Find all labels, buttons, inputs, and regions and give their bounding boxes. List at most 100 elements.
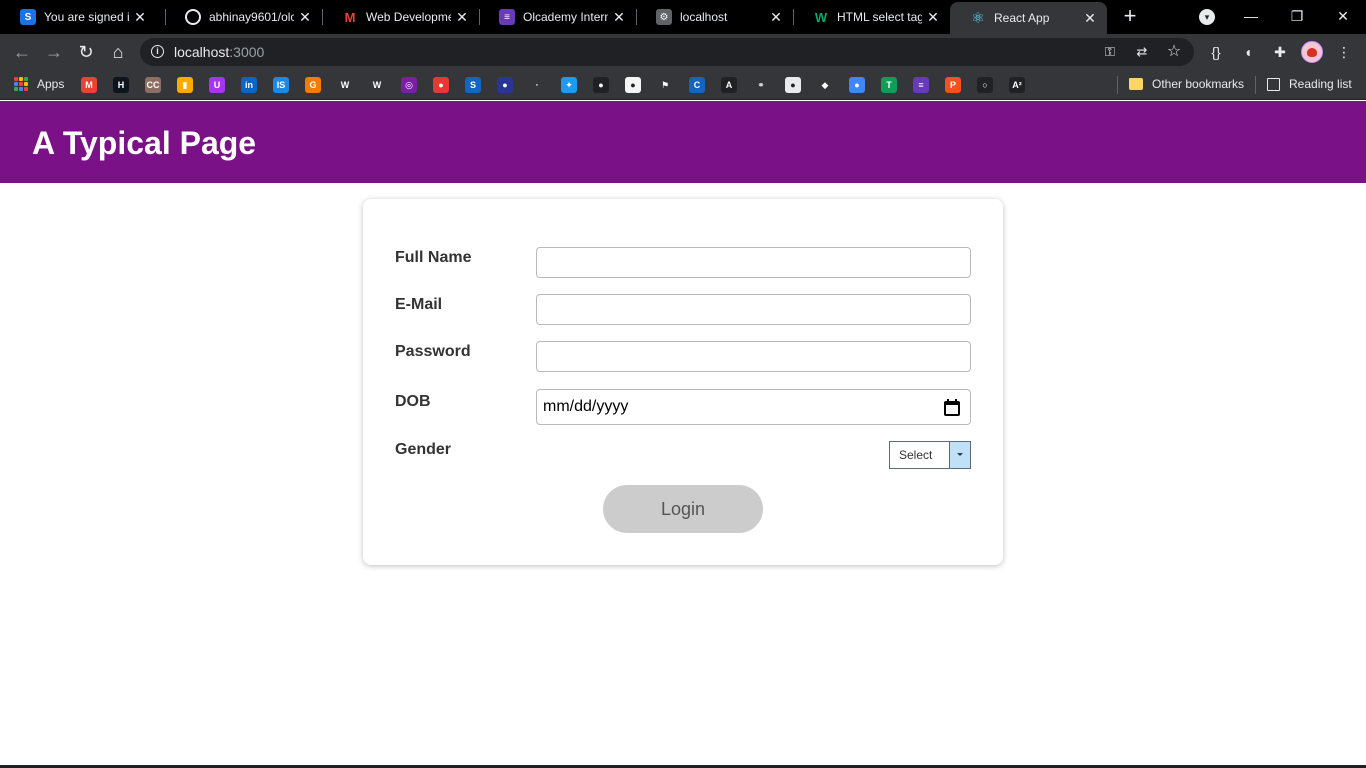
dropdown-arrow-icon[interactable] bbox=[949, 442, 970, 468]
flag-bookmark-icon[interactable]: ⚑ bbox=[657, 77, 673, 93]
browser-tab[interactable]: M Web Developmen ✕ bbox=[322, 0, 479, 34]
dob-date-input[interactable]: mm/dd/yyyy bbox=[536, 389, 971, 425]
folder-icon bbox=[1129, 78, 1143, 90]
close-window-button[interactable]: ✕ bbox=[1320, 4, 1366, 28]
browser-tab[interactable]: abhinay9601/olca ✕ bbox=[165, 0, 322, 34]
menu-kebab-icon[interactable]: ⋮ bbox=[1334, 43, 1354, 61]
bookmark-divider bbox=[1255, 76, 1256, 94]
apps-label: Apps bbox=[37, 77, 65, 91]
login-form-card: Full Name E-Mail Password DOB mm/dd/yyyy… bbox=[363, 199, 1003, 565]
dots-bookmark-icon[interactable]: ∙ bbox=[529, 77, 545, 93]
globe-bookmark-icon[interactable]: ● bbox=[785, 77, 801, 93]
calendar-icon[interactable] bbox=[944, 398, 960, 416]
analytics-bookmark-icon[interactable]: ▮ bbox=[177, 77, 193, 93]
gmail-icon: M bbox=[344, 9, 356, 25]
url-port: :3000 bbox=[229, 44, 265, 60]
email-input[interactable] bbox=[536, 294, 971, 325]
is-bookmark-icon[interactable]: IS bbox=[273, 77, 289, 93]
cc-bookmark-icon[interactable]: CC bbox=[145, 77, 161, 93]
c-bookmark-icon[interactable]: C bbox=[689, 77, 705, 93]
site-info-icon[interactable]: i bbox=[151, 45, 164, 58]
p-bookmark-icon[interactable]: P bbox=[945, 77, 961, 93]
twitter-bookmark-icon[interactable]: ✦ bbox=[561, 77, 577, 93]
gmail-bookmark-icon[interactable]: M bbox=[81, 77, 97, 93]
tab-title: HTML select tag bbox=[837, 10, 922, 24]
close-icon[interactable]: ✕ bbox=[608, 9, 630, 26]
hackerrank-bookmark-icon[interactable]: H bbox=[113, 77, 129, 93]
password-input[interactable] bbox=[536, 341, 971, 372]
linkedin-bookmark-icon[interactable]: in bbox=[241, 77, 257, 93]
tab-title: localhost bbox=[680, 10, 728, 24]
sale-bookmark-icon[interactable]: ● bbox=[433, 77, 449, 93]
minimize-button[interactable]: — bbox=[1228, 4, 1274, 28]
browser-toolbar: ← → ↻ ⌂ i localhost:3000 ⚿ ⇄ ☆ {} ◖ ✚ ⋮ bbox=[0, 34, 1366, 70]
address-bar[interactable]: i localhost:3000 ⚿ ⇄ ☆ bbox=[140, 38, 1194, 66]
apps-bookmark[interactable]: Apps bbox=[14, 77, 64, 91]
forms-icon: ≡ bbox=[499, 9, 515, 25]
new-tab-button[interactable]: + bbox=[1118, 5, 1142, 29]
udemy-bookmark-icon[interactable]: U bbox=[209, 77, 225, 93]
json-viewer-icon[interactable]: {} bbox=[1206, 43, 1226, 61]
tab-title: React App bbox=[994, 11, 1050, 25]
close-icon[interactable]: ✕ bbox=[294, 9, 316, 26]
mouse-icon[interactable]: ◖ bbox=[1238, 43, 1258, 61]
code-bookmark-icon[interactable]: A bbox=[721, 77, 737, 93]
login-button[interactable]: Login bbox=[603, 485, 763, 533]
close-icon[interactable]: ✕ bbox=[765, 9, 787, 26]
gender-selected-value: Select bbox=[899, 448, 933, 462]
close-icon[interactable]: ✕ bbox=[451, 9, 473, 26]
geeks-bookmark-icon[interactable]: G bbox=[305, 77, 321, 93]
pinwheel-bookmark-icon[interactable]: ◎ bbox=[401, 77, 417, 93]
github-bookmark-icon[interactable]: ● bbox=[593, 77, 609, 93]
home-icon[interactable]: ⌂ bbox=[106, 40, 130, 64]
sheets-bookmark-icon[interactable]: T bbox=[881, 77, 897, 93]
url-text[interactable]: localhost:3000 bbox=[174, 44, 264, 60]
translate-icon[interactable]: ⇄ bbox=[1132, 43, 1152, 61]
dob-placeholder: mm/dd/yyyy bbox=[543, 398, 629, 415]
s-bookmark-icon[interactable]: S bbox=[465, 77, 481, 93]
star-icon[interactable]: ☆ bbox=[1164, 43, 1184, 61]
wix-bookmark-icon[interactable]: W bbox=[337, 77, 353, 93]
bookmarks-bar: Apps M H CC ▮ Uin IS G W W ◎ ● S ● ∙ ✦ ● ● ⚑ C A ⚭ ● ◆ ● T ≡ P ○ A² … bbox=[0, 70, 1366, 100]
browser-tab[interactable]: W HTML select tag ✕ bbox=[793, 0, 950, 34]
full-name-input[interactable] bbox=[536, 247, 971, 278]
close-icon[interactable]: ✕ bbox=[129, 9, 151, 26]
other-bookmarks[interactable]: Other bookmarks bbox=[1129, 77, 1244, 91]
globe-dark-bookmark-icon[interactable]: ● bbox=[497, 77, 513, 93]
chrome-bookmark-icon[interactable]: ● bbox=[849, 77, 865, 93]
browser-tab-active[interactable]: ⚛ React App ✕ bbox=[950, 2, 1107, 34]
w3schools-icon: W bbox=[814, 9, 828, 25]
tab-search-icon[interactable]: ▾ bbox=[1199, 9, 1215, 25]
reading-list[interactable]: Reading list bbox=[1267, 77, 1352, 91]
forms-bookmark-icon[interactable]: ≡ bbox=[913, 77, 929, 93]
close-icon[interactable]: ✕ bbox=[1079, 10, 1101, 27]
profile-avatar[interactable] bbox=[1301, 41, 1323, 63]
apps-grid-icon bbox=[14, 77, 28, 91]
page-header: A Typical Page bbox=[0, 101, 1366, 183]
browser-tab[interactable]: ⚙ localhost ✕ bbox=[636, 0, 793, 34]
extensions-puzzle-icon[interactable]: ✚ bbox=[1270, 43, 1290, 61]
react-icon: ⚛ bbox=[971, 10, 985, 27]
a2-bookmark-icon[interactable]: A² bbox=[1009, 77, 1025, 93]
link-bookmark-icon[interactable]: ⚭ bbox=[753, 77, 769, 93]
gender-select[interactable]: Select bbox=[889, 441, 971, 469]
password-label: Password bbox=[395, 343, 471, 360]
browser-tab[interactable]: ≡ Olcademy Interns ✕ bbox=[479, 0, 636, 34]
browser-tab[interactable]: S You are signed in ✕ bbox=[0, 0, 157, 34]
tab-title: Web Developmen bbox=[366, 10, 451, 24]
gender-label: Gender bbox=[395, 441, 452, 458]
tab-strip: S You are signed in ✕ abhinay9601/olca ✕… bbox=[0, 0, 1366, 34]
full-name-label: Full Name bbox=[395, 249, 472, 266]
badge-bookmark-icon[interactable]: ● bbox=[625, 77, 641, 93]
restore-button[interactable]: ❐ bbox=[1274, 4, 1320, 28]
reload-icon[interactable]: ↻ bbox=[74, 40, 98, 64]
forward-arrow-icon[interactable]: → bbox=[42, 40, 66, 64]
w3-bookmark-icon[interactable]: W bbox=[369, 77, 385, 93]
back-arrow-icon[interactable]: ← bbox=[10, 40, 34, 64]
circle-bookmark-icon[interactable]: ○ bbox=[977, 77, 993, 93]
dob-label: DOB bbox=[395, 393, 431, 410]
diamond-bookmark-icon[interactable]: ◆ bbox=[817, 77, 833, 93]
close-icon[interactable]: ✕ bbox=[922, 9, 944, 26]
react-icon: ⚙ bbox=[656, 9, 672, 25]
key-icon[interactable]: ⚿ bbox=[1100, 43, 1120, 61]
